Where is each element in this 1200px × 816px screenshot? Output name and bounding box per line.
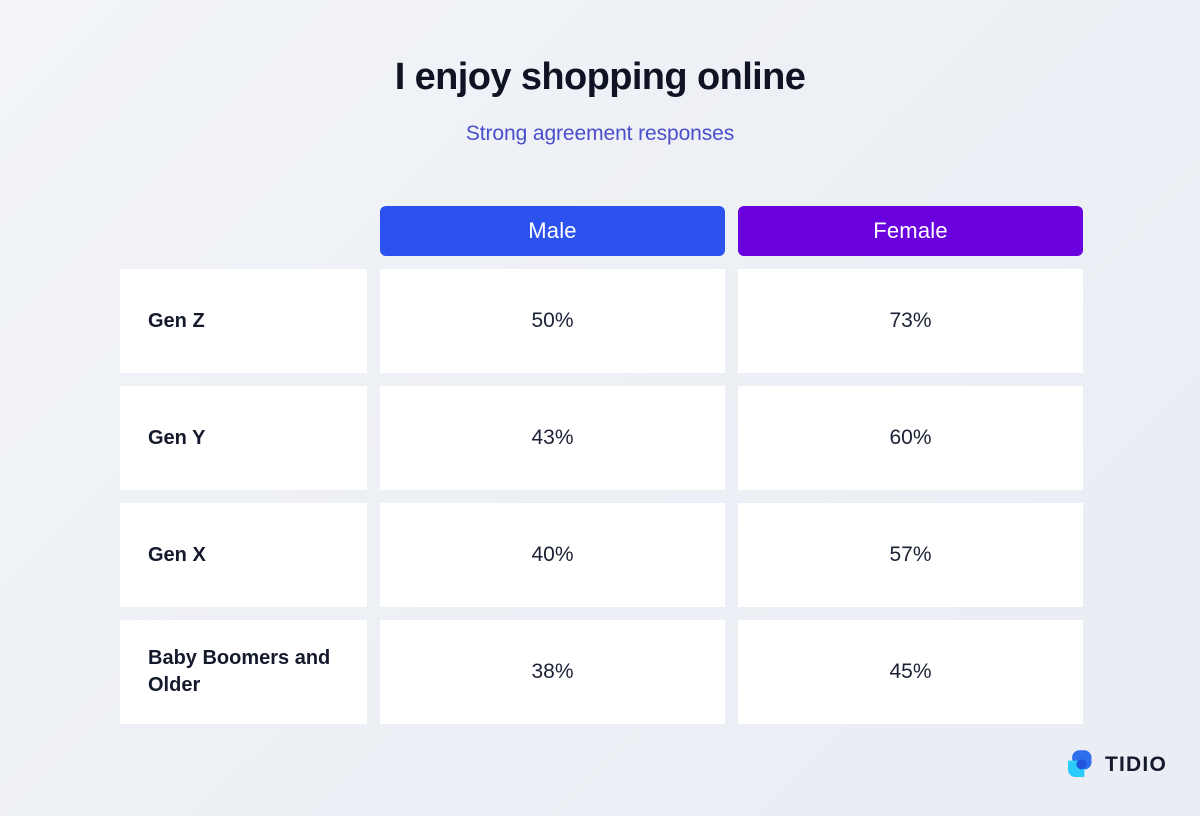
table-row-label-gen-x: Gen X [120, 503, 367, 607]
table-cell-baby-boomers-male: 38% [380, 620, 725, 724]
table-cell-gen-x-female: 57% [738, 503, 1083, 607]
table-row-label-baby-boomers: Baby Boomers and Older [120, 620, 367, 724]
column-header-male: Male [380, 206, 725, 256]
column-header-female: Female [738, 206, 1083, 256]
comparison-table: Male Female Gen Z 50% 73% Gen Y 43% 60% … [120, 206, 1083, 724]
table-cell-gen-x-male: 40% [380, 503, 725, 607]
table-cell-gen-z-female: 73% [738, 269, 1083, 373]
table-cell-gen-y-male: 43% [380, 386, 725, 490]
tidio-logo: TIDIO [1063, 748, 1167, 781]
table-cell-gen-z-male: 50% [380, 269, 725, 373]
tidio-chat-bubbles-icon [1063, 748, 1096, 781]
page-title: I enjoy shopping online [394, 56, 806, 98]
table-corner-cell [120, 206, 367, 256]
page-header: I enjoy shopping online Strong agreement… [0, 0, 1200, 146]
table-cell-gen-y-female: 60% [738, 386, 1083, 490]
table-cell-baby-boomers-female: 45% [738, 620, 1083, 724]
table-row-label-gen-y: Gen Y [120, 386, 367, 490]
tidio-wordmark: TIDIO [1105, 752, 1167, 776]
table-row-label-gen-z: Gen Z [120, 269, 367, 373]
page-subtitle: Strong agreement responses [465, 121, 735, 145]
table-grid: Male Female Gen Z 50% 73% Gen Y 43% 60% … [120, 206, 1083, 724]
